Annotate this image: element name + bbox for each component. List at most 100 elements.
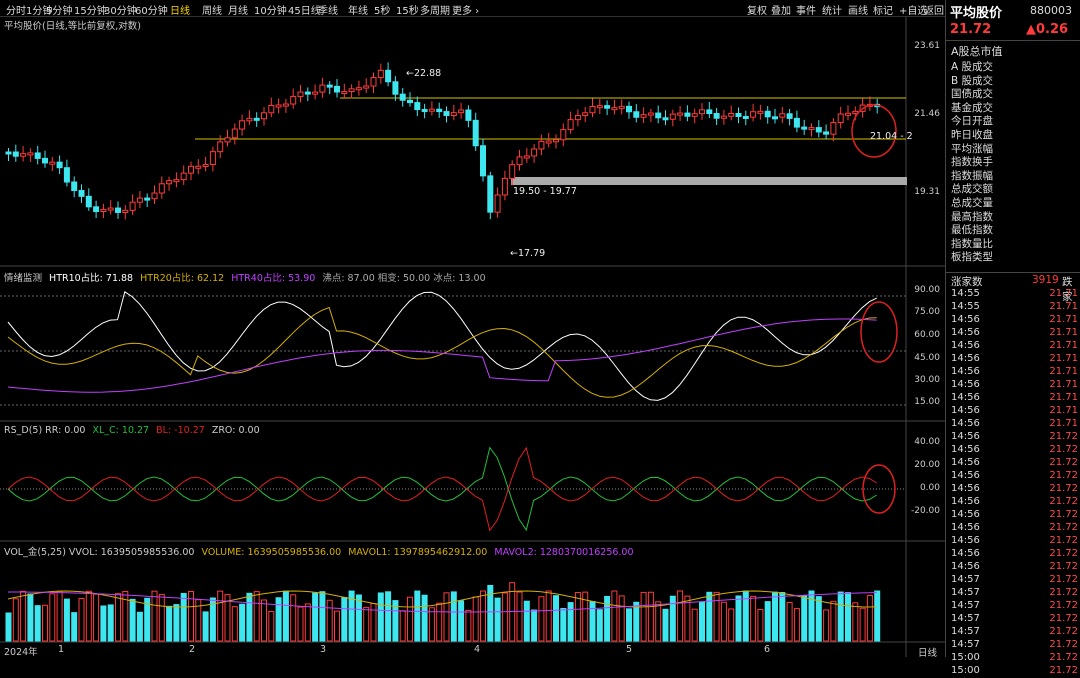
period-tab-3[interactable]: 15分钟 (74, 2, 107, 17)
volume-bar (370, 603, 377, 642)
tick-time: 14:56 (951, 353, 980, 364)
volume-bar (626, 608, 632, 642)
candle-body (801, 126, 808, 130)
toolbar-action-3[interactable]: 统计 (822, 2, 842, 17)
x-label-year: 2024年 (4, 647, 38, 658)
tick-row: 14:56 21.72 (951, 561, 1078, 574)
tick-time: 14:56 (951, 548, 980, 559)
period-tab-11[interactable]: 季线 (318, 2, 338, 17)
volume-bar (815, 596, 822, 642)
tick-price: 21.72 (1049, 522, 1078, 533)
toolbar-action-0[interactable]: 复权 (747, 2, 767, 17)
candle-body (793, 117, 800, 128)
x-label-1: 1 (58, 644, 65, 655)
period-tab-4[interactable]: 30分钟 (104, 2, 137, 17)
price-high-value: 22.88 (413, 68, 442, 79)
htr20-label: HTR20占比: 62.12 (140, 273, 225, 284)
tick-row: 14:57 21.72 (951, 626, 1078, 639)
tick-price: 21.72 (1049, 444, 1078, 455)
tick-row: 14:56 21.72 (951, 444, 1078, 457)
period-tab-7[interactable]: 周线 (202, 2, 222, 17)
side-menu-item-14[interactable]: 板指类型 (951, 249, 993, 264)
toolbar-action-5[interactable]: 标记 (873, 2, 893, 17)
period-tab-0[interactable]: 分时 (6, 2, 26, 17)
toolbar-action-7[interactable]: 返回 (924, 2, 944, 17)
candle-body (246, 117, 253, 122)
tick-price: 21.71 (1049, 288, 1078, 299)
period-tab-5[interactable]: 60分钟 (135, 2, 168, 17)
period-tab-2[interactable]: 5分钟 (46, 2, 72, 17)
candle-body (224, 137, 231, 143)
period-tab-8[interactable]: 月线 (228, 2, 248, 17)
volume-bar (319, 591, 326, 642)
chart-area[interactable]: 平均股价(日线,等比前复权,对数) 情绪监测 HTR10占比: 71.88 HT… (0, 17, 945, 659)
x-label-5: 5 (626, 644, 633, 655)
volume-bar (655, 601, 662, 642)
candle-body (136, 197, 143, 203)
tick-row: 14:57 21.72 (951, 587, 1078, 600)
volume-bar (231, 606, 238, 642)
candle-body (458, 109, 465, 114)
candle-body (487, 175, 494, 213)
chart-canvas[interactable] (0, 17, 945, 657)
tick-price: 21.72 (1049, 665, 1078, 676)
vol-volume-label: VOLUME: 1639505985536.00 (201, 547, 342, 558)
tick-time: 14:56 (951, 327, 980, 338)
volume-bar (458, 600, 465, 642)
candle-body (837, 113, 844, 124)
candle-body (604, 105, 611, 109)
volume-bar (399, 610, 406, 642)
candle-body (480, 145, 486, 177)
tick-row: 14:56 21.71 (951, 418, 1078, 431)
candle-body (640, 114, 647, 118)
toolbar-action-4[interactable]: 画线 (848, 2, 868, 17)
tick-row: 14:56 21.71 (951, 366, 1078, 379)
candle-body (370, 77, 377, 87)
tick-row: 14:56 21.71 (951, 340, 1078, 353)
volume-bar (173, 604, 180, 642)
candle-body (720, 115, 727, 119)
candle-body (122, 209, 129, 213)
candle-body (494, 194, 501, 213)
candle-body (808, 127, 815, 131)
toolbar-action-2[interactable]: 事件 (796, 2, 816, 17)
tick-row: 15:00 21.72 (951, 652, 1078, 665)
candle-body (436, 108, 443, 113)
period-tab-13[interactable]: 5秒 (374, 2, 390, 17)
candle-body (618, 105, 625, 109)
period-tab-10[interactable]: 45日线 (288, 2, 321, 17)
volume-bar (93, 593, 100, 642)
volume-bar (166, 605, 173, 642)
volume-bar (158, 593, 165, 642)
candle-body (531, 148, 538, 157)
x-label-2: 2 (189, 644, 196, 655)
volume-bar (49, 593, 56, 642)
period-tab-12[interactable]: 年线 (348, 2, 368, 17)
period-tab-16[interactable]: 更多 › (452, 2, 479, 17)
candle-body (560, 129, 567, 141)
candle-body (392, 81, 399, 95)
htr-tick-15: 15.00 (914, 397, 940, 407)
side-menu-title[interactable]: A股总市值 (951, 43, 1003, 59)
period-tab-15[interactable]: 多周期 (420, 2, 450, 17)
candle-body (706, 109, 713, 115)
candle-body (239, 120, 246, 130)
tick-price: 21.71 (1049, 405, 1078, 416)
candle-body (56, 161, 63, 169)
candle-body (144, 197, 151, 201)
candle-body (326, 84, 333, 88)
period-tab-9[interactable]: 10分钟 (254, 2, 287, 17)
chart-title: 平均股价(日线,等比前复权,对数) (4, 21, 141, 32)
period-tab-6[interactable]: 日线 (170, 2, 190, 17)
candle-body (268, 105, 275, 114)
period-tab-14[interactable]: 15秒 (396, 2, 419, 17)
toolbar-action-1[interactable]: 叠加 (771, 2, 791, 17)
volume-bar (341, 596, 348, 642)
volume-bar (830, 600, 837, 642)
volume-bar (355, 594, 362, 642)
tick-price: 21.72 (1049, 561, 1078, 572)
volume-bar (874, 590, 881, 642)
candle-body (319, 84, 326, 93)
tick-time: 14:56 (951, 392, 980, 403)
tick-price: 21.71 (1049, 379, 1078, 390)
